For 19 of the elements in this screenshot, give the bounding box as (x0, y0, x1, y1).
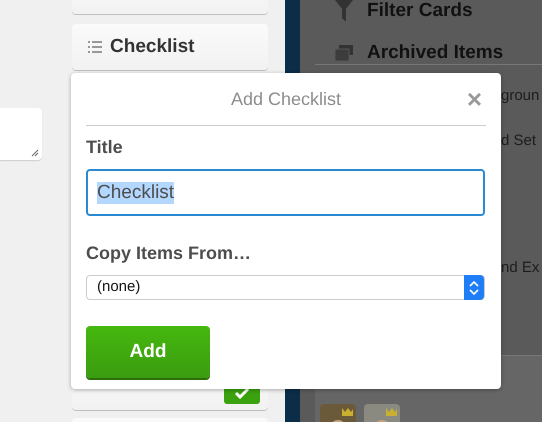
select-field[interactable]: (none) (86, 275, 485, 300)
archive-icon (335, 45, 353, 61)
list-icon (88, 41, 102, 53)
menu-item-text: nd Ex (501, 258, 540, 278)
text-area[interactable] (0, 108, 42, 160)
title-field[interactable]: Checklist (86, 169, 485, 216)
menu-item-text: d Set (501, 131, 536, 151)
menu-item[interactable]: Archived Items (315, 32, 542, 74)
popup-title: Add Checklist (230, 88, 342, 110)
close-button[interactable]: × (466, 86, 482, 112)
menu-item[interactable]: Filter Cards (315, 0, 542, 32)
field-label: Title (86, 136, 123, 159)
resize-grip-icon (31, 149, 39, 157)
filter-icon (335, 0, 353, 22)
add-button[interactable]: Add (86, 326, 210, 378)
dropdown-arrows-icon (469, 280, 479, 296)
field-label: Copy Items From… (86, 242, 252, 265)
menu-item-text: groun (501, 86, 540, 106)
checklist-button[interactable]: Checklist (72, 24, 268, 70)
